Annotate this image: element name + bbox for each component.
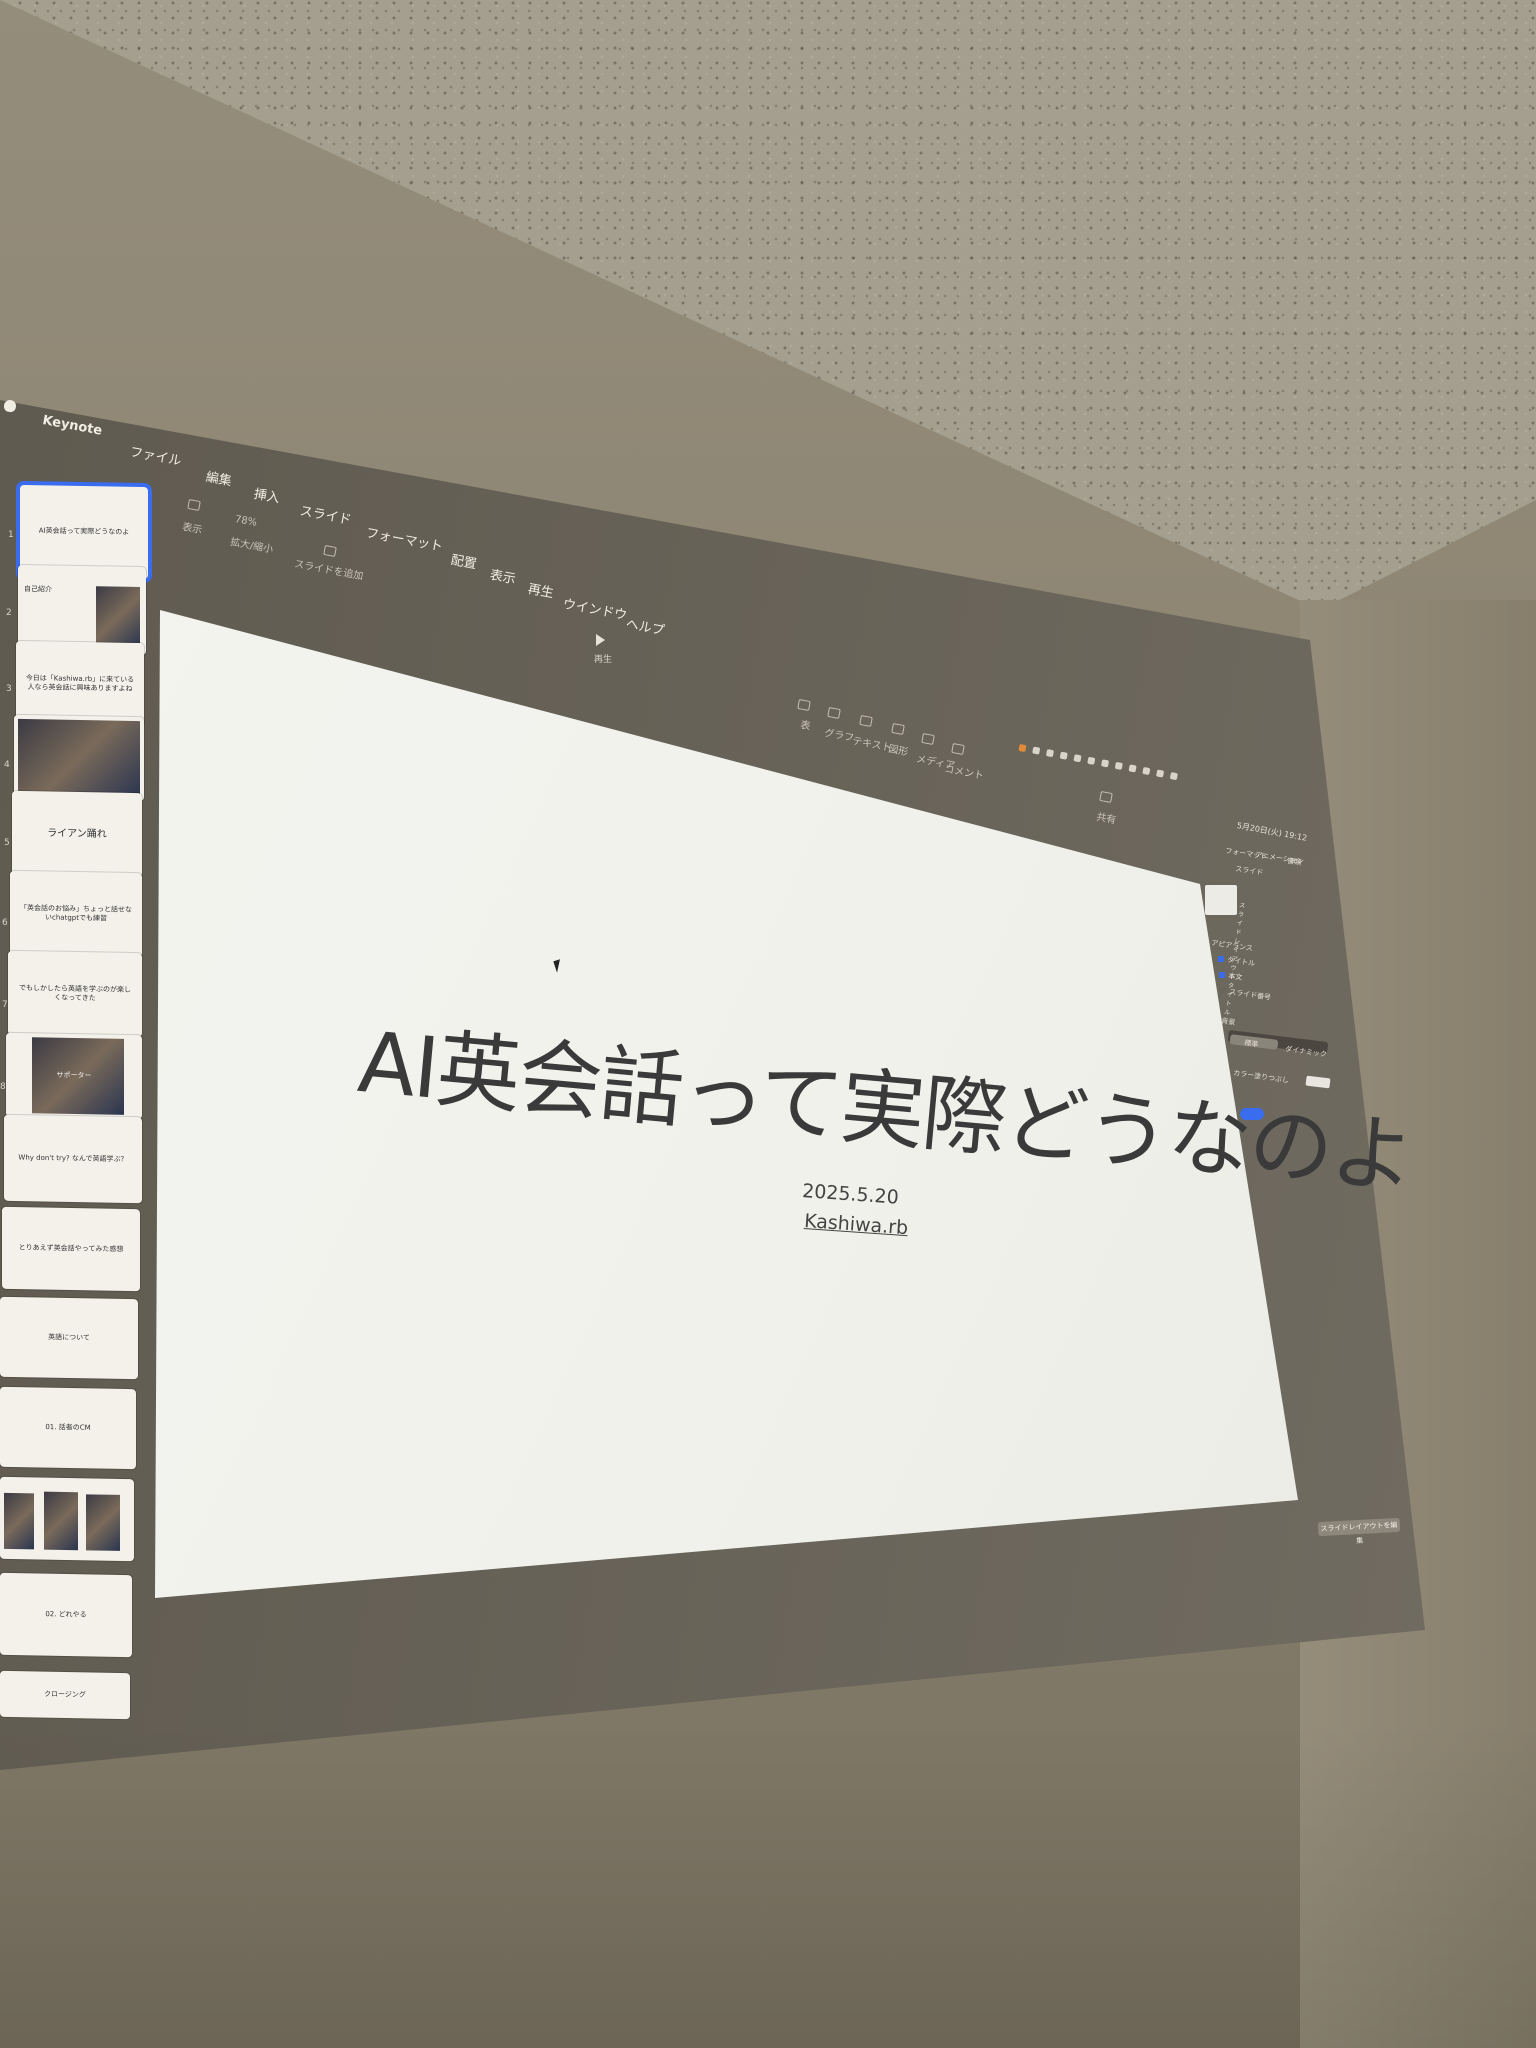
media-icon[interactable]	[921, 732, 935, 746]
add-slide-icon[interactable]	[323, 544, 337, 558]
slide-thumbnail-12[interactable]: 01. 話者のCM	[0, 1386, 136, 1470]
slide-number: 3	[6, 684, 12, 694]
battery-icon[interactable]	[1128, 764, 1137, 773]
slide-thumbnail-3[interactable]: 今日は「Kashiwa.rb」に来ている人なら英会話に興味ありますよね	[16, 640, 144, 728]
background-label: 背景	[1220, 1016, 1236, 1027]
slide-thumbnail-10[interactable]: とりあえず英会話やってみた感想	[2, 1206, 140, 1292]
control-center-icon[interactable]	[1169, 772, 1178, 781]
slide-thumbnail-6[interactable]: 「英会話のお悩み」ちょっと話せないchatgptでも練習	[10, 870, 142, 958]
thumbnail-text: ライアン踊れ	[47, 827, 107, 841]
floor-shadow	[0, 1720, 1536, 2048]
slide-thumbnail-9[interactable]: Why don't try? なんで英語学ぶ？	[4, 1114, 142, 1204]
thumbnail-text: 今日は「Kashiwa.rb」に来ている人なら英会話に興味ありますよね	[25, 673, 135, 693]
slide-thumbnail-7[interactable]: でもしかしたら英語を学ぶのが楽しくなってきた	[8, 950, 142, 1038]
wifi-icon[interactable]	[1142, 766, 1151, 776]
slide-number: 5	[4, 838, 10, 848]
table-icon[interactable]	[797, 698, 811, 712]
slide-thumbnail-11[interactable]: 英語について	[0, 1296, 138, 1380]
thumbnail-text: クロージング	[44, 1690, 86, 1699]
thumbnail-text: 「英会話のお悩み」ちょっと話せないchatgptでも練習	[20, 903, 132, 923]
status-icon[interactable]	[1100, 759, 1110, 768]
title-checkbox[interactable]	[1218, 956, 1224, 962]
segment-standard-label: 標準	[1243, 1038, 1259, 1049]
slide-thumbnail-5[interactable]: ライアン踊れ	[12, 790, 142, 878]
status-icon[interactable]	[1045, 749, 1055, 758]
slide-thumbnail-4[interactable]	[14, 714, 144, 802]
slide-number: 6	[2, 918, 8, 928]
app-status-icon[interactable]	[1018, 743, 1027, 753]
body-checkbox-label: 本文	[1227, 971, 1243, 982]
slide-number: 2	[6, 608, 12, 618]
play-icon[interactable]	[596, 634, 605, 646]
thumbnail-photo	[96, 586, 140, 648]
view-icon[interactable]	[187, 498, 201, 512]
share-icon[interactable]	[1099, 790, 1113, 804]
fill-toggle[interactable]	[1240, 1108, 1264, 1120]
slide-thumbnail-15[interactable]: クロージング	[0, 1670, 130, 1720]
chart-icon[interactable]	[827, 706, 841, 720]
thumbnail-text: 自己紹介	[24, 584, 52, 594]
slide-number: 8	[0, 1082, 6, 1092]
thumbnail-text: AI英会話って実際どうなのよ	[38, 526, 130, 537]
slide-number: 7	[2, 1000, 8, 1010]
inspector-tab-document[interactable]: 書類	[1287, 856, 1302, 868]
slide-thumbnail-14[interactable]: 02. どれやる	[0, 1572, 132, 1658]
text-icon[interactable]	[859, 714, 873, 728]
status-icon[interactable]	[1073, 754, 1082, 763]
room-scene: Keynote ファイル 編集 挿入 スライド フォーマット 配置 表示 再生 …	[0, 0, 1536, 2048]
body-checkbox[interactable]	[1219, 972, 1225, 978]
layout-preview-thumbnail[interactable]	[1205, 885, 1237, 915]
thumbnail-text: とりあえず英会話やってみた感想	[18, 1243, 124, 1254]
slide-thumbnail-8[interactable]: サポーター	[6, 1032, 142, 1120]
thumbnail-text: 英語について	[48, 1333, 90, 1342]
status-icon[interactable]	[1114, 761, 1123, 770]
play-label: 再生	[594, 655, 613, 665]
thumbnail-text: でもしかしたら英語を学ぶのが楽しくなってきた	[19, 983, 131, 1003]
shape-icon[interactable]	[891, 722, 905, 736]
status-icon[interactable]	[1032, 746, 1041, 755]
status-icon[interactable]	[1087, 756, 1096, 765]
thumbnail-photo	[18, 718, 140, 798]
thumbnail-text: Why don't try? なんで英語学ぶ？	[18, 1153, 128, 1164]
thumbnail-photo	[44, 1491, 78, 1551]
thumbnail-text: 02. どれやる	[45, 1610, 87, 1619]
thumbnail-text: 01. 話者のCM	[45, 1423, 91, 1432]
comment-icon[interactable]	[951, 742, 965, 756]
thumbnail-photo	[86, 1494, 120, 1551]
slide-number: 4	[4, 760, 10, 770]
slide-number-checkbox[interactable]	[1220, 988, 1226, 994]
thumbnail-photo	[4, 1492, 34, 1550]
slide-number: 1	[8, 530, 14, 540]
search-icon[interactable]	[1156, 769, 1165, 778]
slide-thumbnail-13[interactable]	[0, 1476, 134, 1562]
status-icon[interactable]	[1059, 751, 1068, 760]
